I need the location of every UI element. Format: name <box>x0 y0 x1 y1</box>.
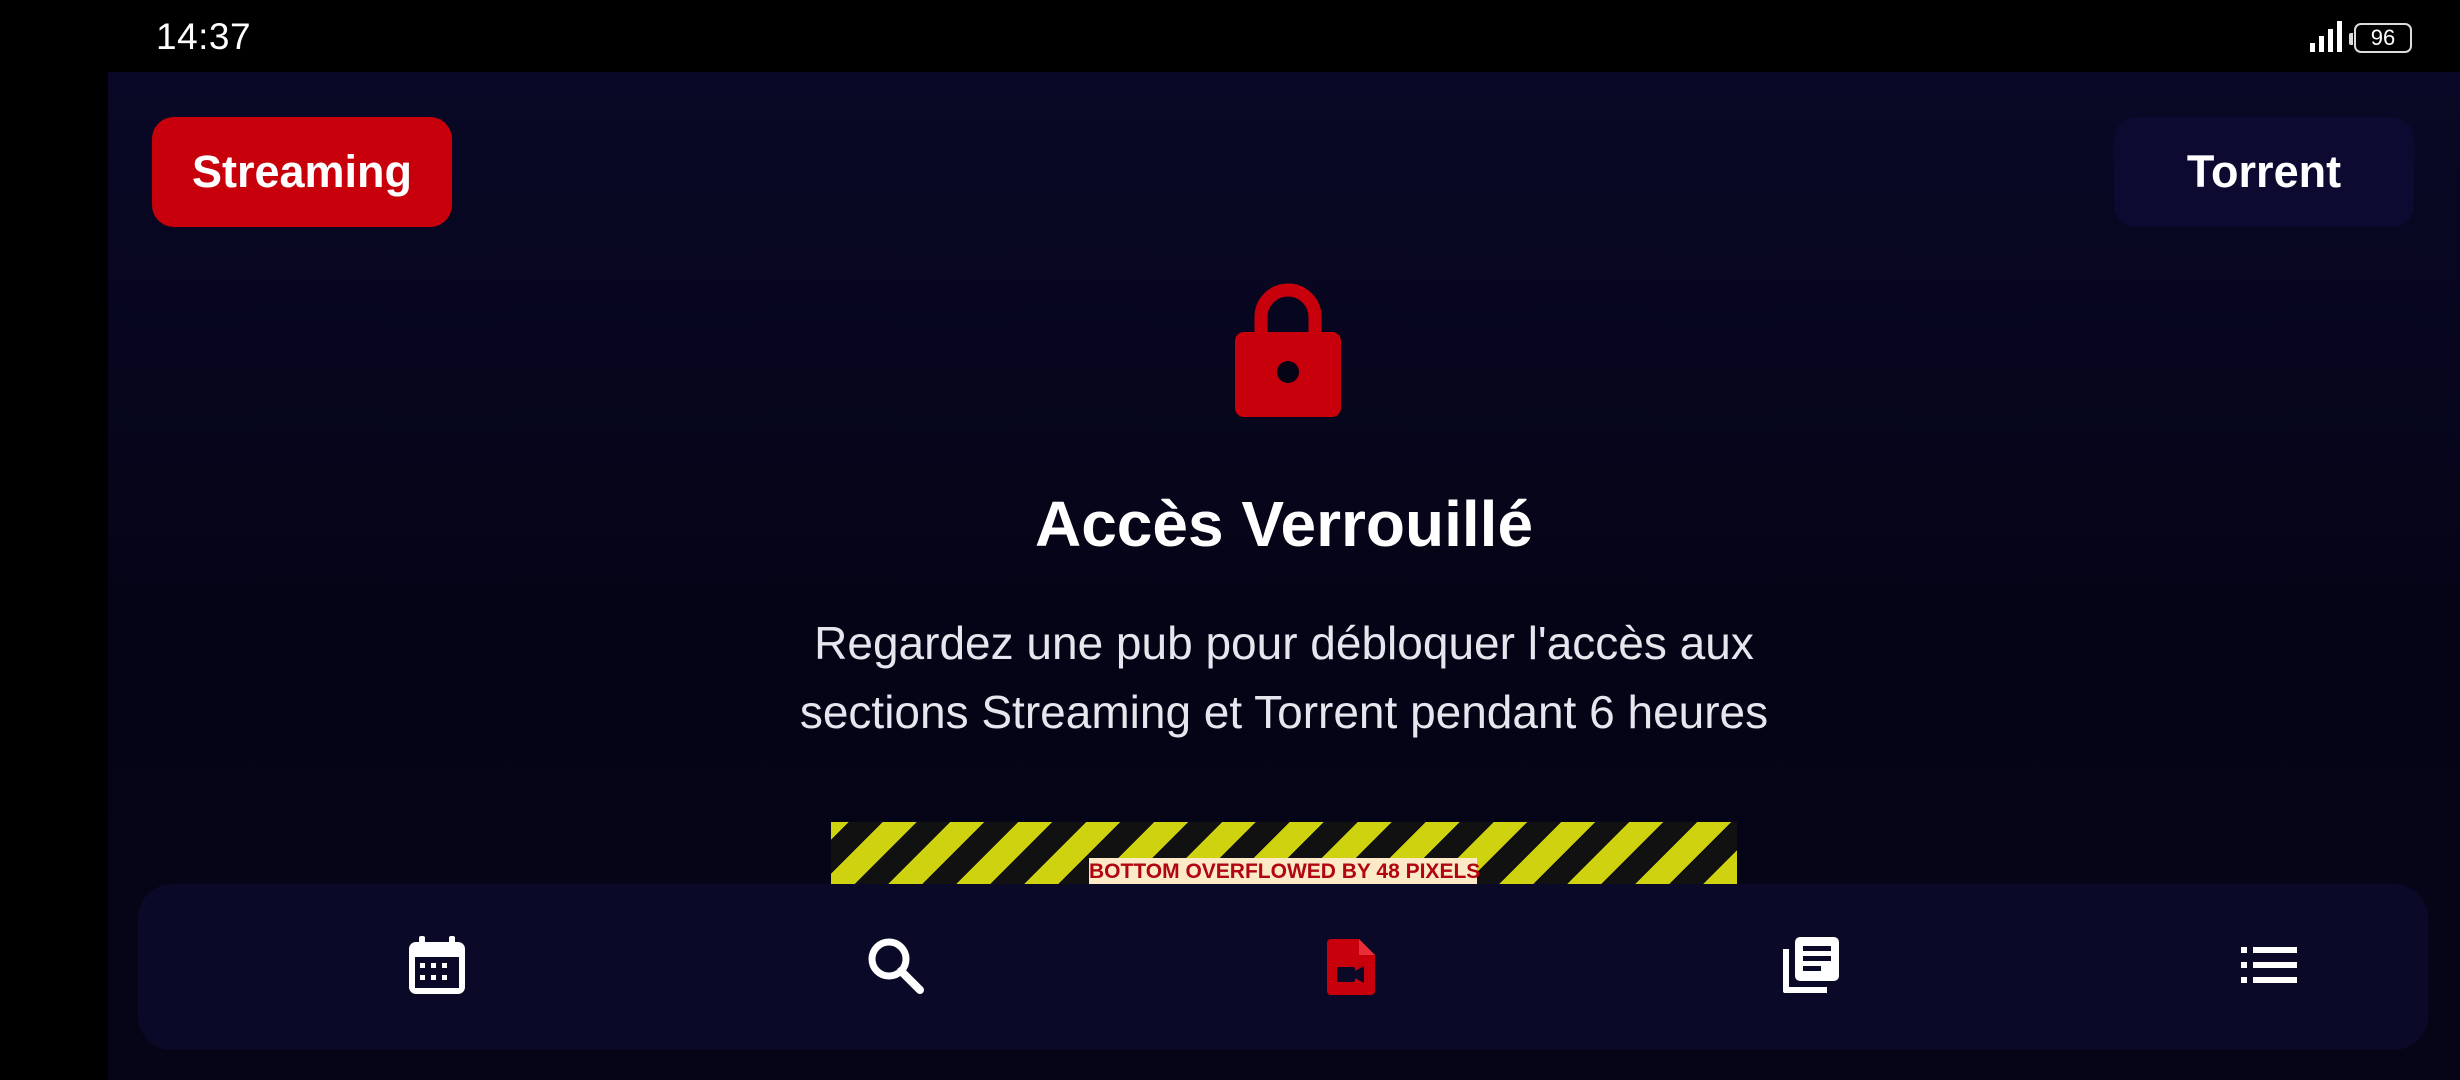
signal-icon <box>2308 19 2354 58</box>
streaming-button[interactable]: Streaming <box>152 117 452 227</box>
battery-icon: 96 <box>2349 23 2412 53</box>
library-icon <box>1779 933 1843 1002</box>
calendar-icon <box>405 933 469 1002</box>
bottom-nav <box>138 884 2428 1050</box>
lock-title: Accès Verrouillé <box>1034 488 1534 560</box>
status-time: 14:37 <box>156 16 252 57</box>
lock-message: Regardez une pub pour débloquer l'accès … <box>799 617 1769 738</box>
phone-screen: 14:37 96 Streaming Torrent Accès Verroui… <box>0 0 2460 1080</box>
nav-search[interactable] <box>855 927 935 1007</box>
app-content: Streaming Torrent Accès Verrouillé Regar… <box>108 72 2460 1080</box>
nav-calendar[interactable] <box>397 927 477 1007</box>
list-icon <box>2237 933 2301 1002</box>
nav-library[interactable] <box>1771 927 1851 1007</box>
nav-list[interactable] <box>2229 927 2309 1007</box>
battery-level: 96 <box>2370 25 2396 50</box>
torrent-button[interactable]: Torrent <box>2114 117 2414 227</box>
search-icon <box>863 933 927 1002</box>
status-bar: 14:37 96 <box>0 0 2460 72</box>
overflow-warning-label: BOTTOM OVERFLOWED BY 48 PIXELS <box>1089 858 1481 884</box>
status-icons: 96 <box>2308 18 2412 58</box>
lock-icon <box>1233 277 1343 417</box>
nav-video[interactable] <box>1313 927 1393 1007</box>
overflow-warning-stripe: BOTTOM OVERFLOWED BY 48 PIXELS <box>831 822 1737 884</box>
video-file-icon <box>1321 933 1385 1002</box>
